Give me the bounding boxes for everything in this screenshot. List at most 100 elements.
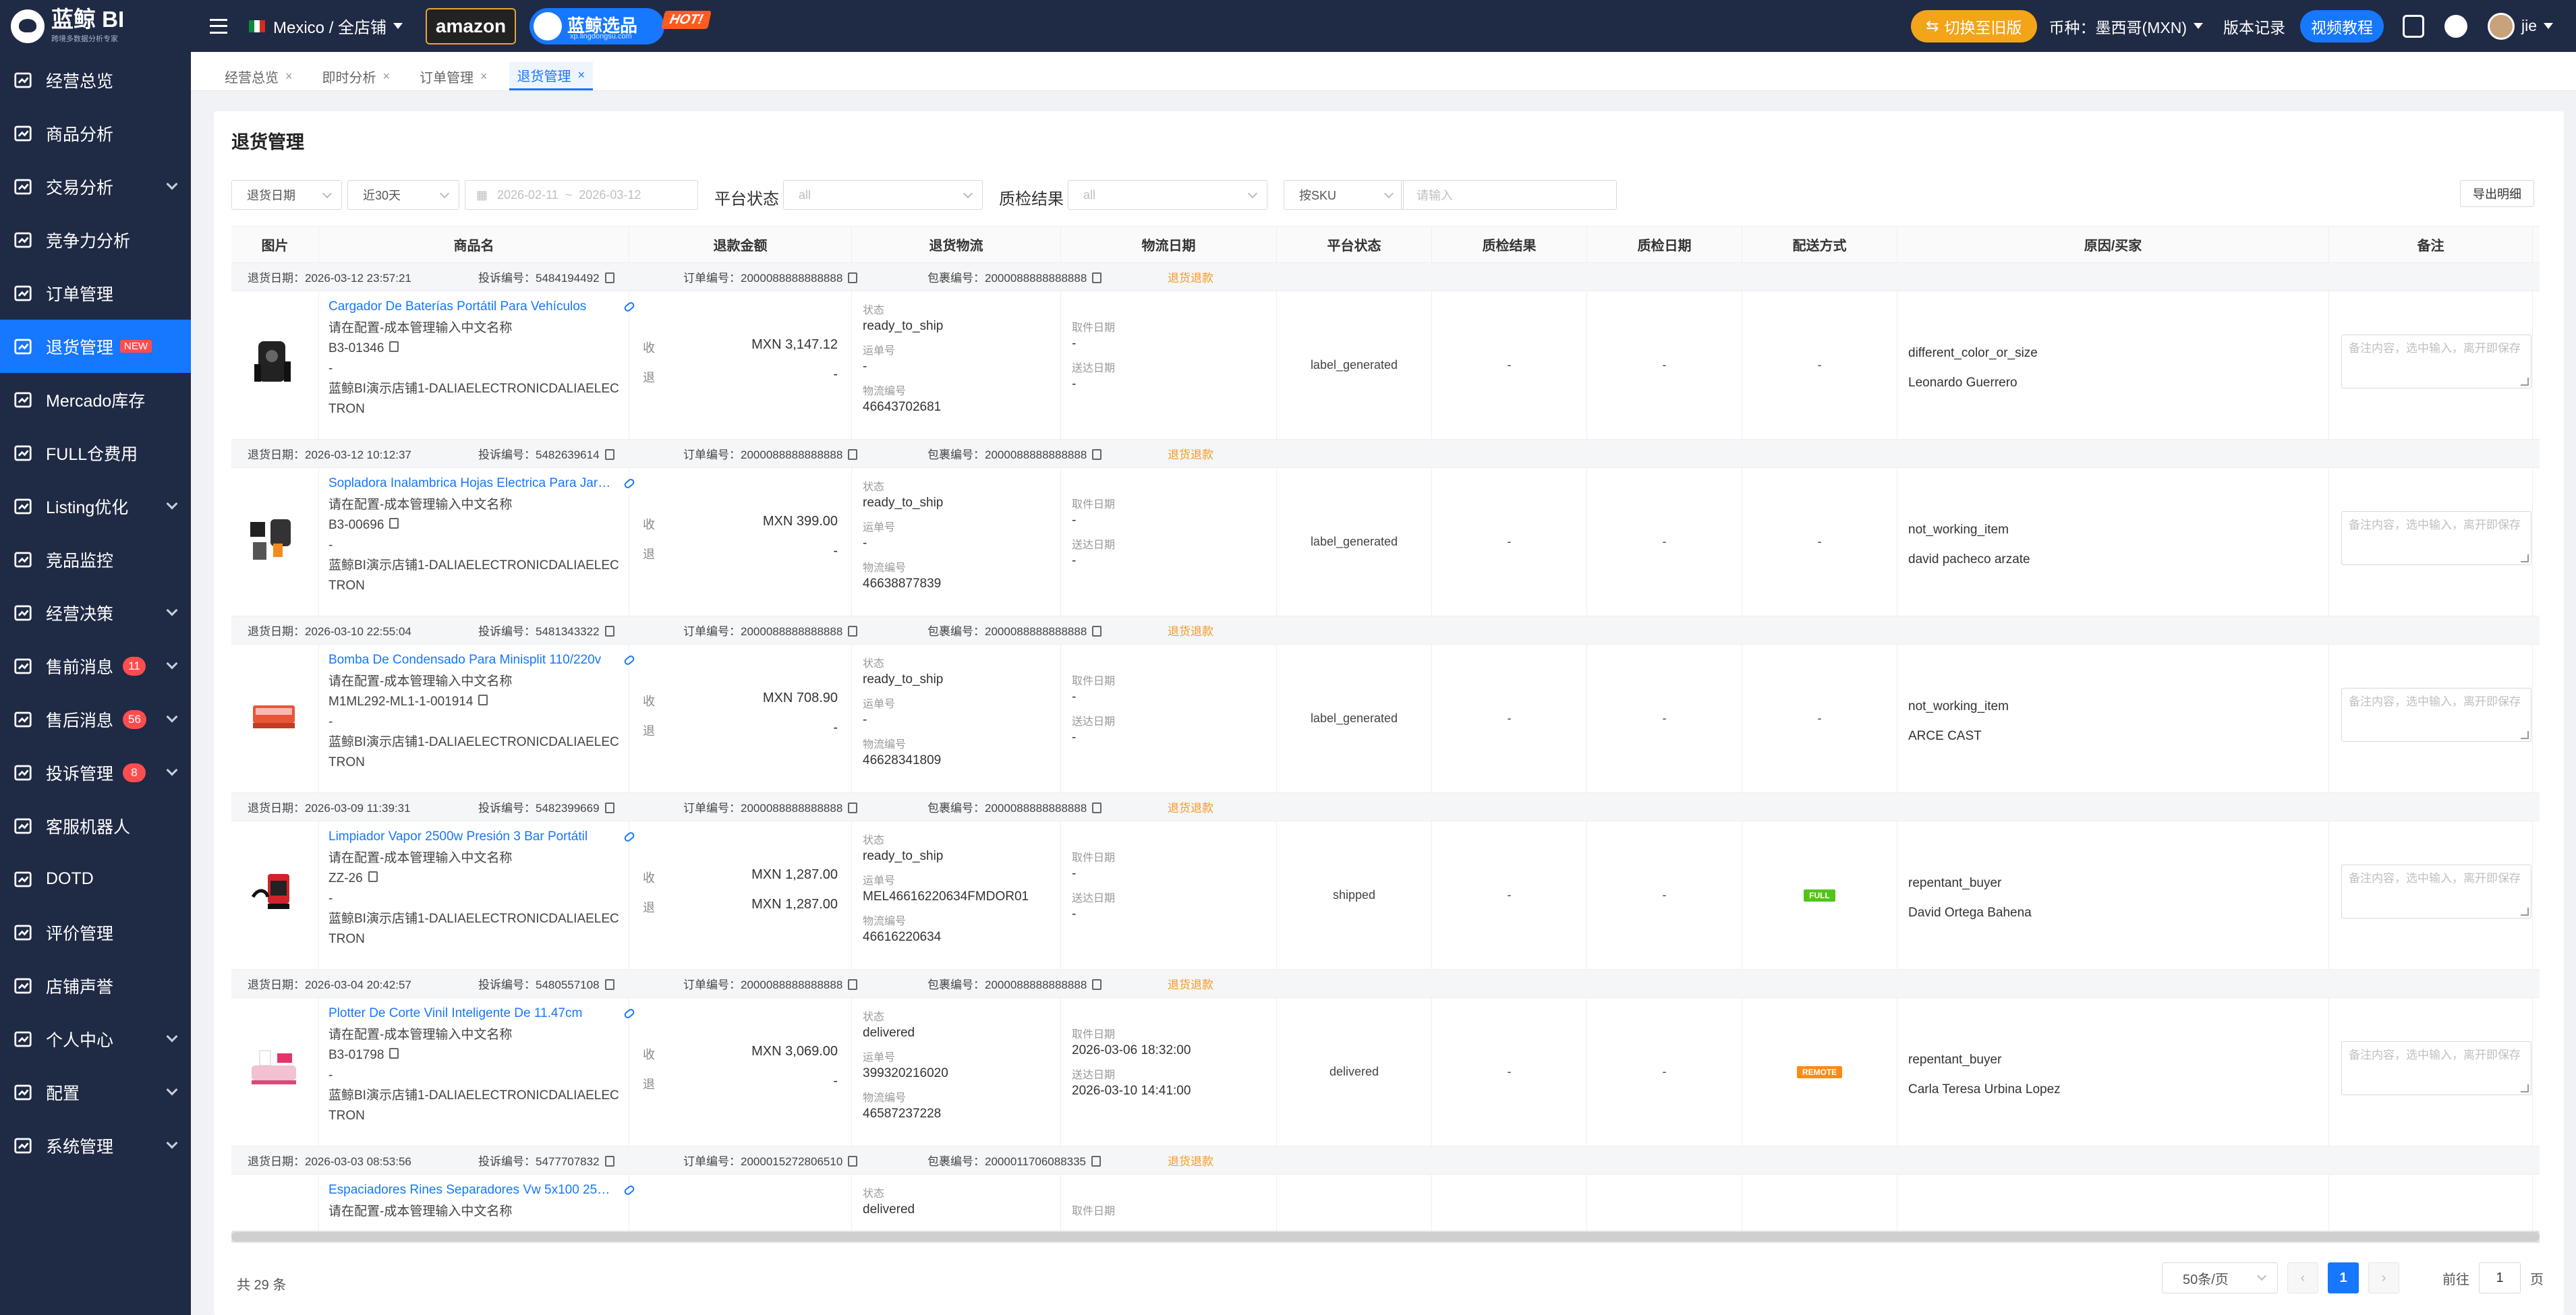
sidebar-item[interactable]: 售前消息 11 xyxy=(0,639,191,693)
sidebar-item[interactable]: Listing优化 xyxy=(0,479,191,533)
product-name-link[interactable]: Espaciadores Rines Separadores Vw 5x100 … xyxy=(328,1183,612,1198)
date-range-picker[interactable]: ▦ 2026-02-11 ~2026-03-12 xyxy=(465,180,698,210)
close-icon[interactable]: × xyxy=(383,69,391,84)
copy-icon[interactable] xyxy=(848,979,858,990)
sidebar-item[interactable]: 商品分析 xyxy=(0,107,191,160)
product-name-link[interactable]: Bomba De Condensado Para Minisplit 110/2… xyxy=(328,653,612,668)
sidebar-item[interactable]: 评价管理 xyxy=(0,906,191,959)
qc-result-select[interactable]: all xyxy=(1068,180,1267,210)
copy-icon[interactable] xyxy=(1092,626,1102,637)
sidebar-item[interactable]: 售后消息 56 xyxy=(0,693,191,746)
copy-icon[interactable] xyxy=(604,449,614,460)
product-name-link[interactable]: Sopladora Inalambrica Hojas Electrica Pa… xyxy=(328,476,612,491)
field-label: 投诉编号： xyxy=(478,978,536,991)
product-image[interactable] xyxy=(244,1215,304,1231)
switch-old-version-button[interactable]: ⇆ 切换至旧版 xyxy=(1911,9,2037,42)
sidebar-item[interactable]: 投诉管理 8 xyxy=(0,746,191,799)
copy-icon[interactable] xyxy=(1092,802,1102,813)
date-range-select[interactable]: 近30天 xyxy=(347,180,459,210)
sidebar-item[interactable]: 订单管理 xyxy=(0,266,191,320)
sidebar-item[interactable]: 店铺声誉 xyxy=(0,959,191,1012)
product-name-link[interactable]: Plotter De Corte Vinil Inteligente De 11… xyxy=(328,1006,612,1021)
sidebar-item[interactable]: 竞争力分析 xyxy=(0,213,191,266)
tab-0[interactable]: 经营总览 × xyxy=(217,62,301,90)
copy-icon[interactable] xyxy=(604,802,614,813)
copy-icon[interactable] xyxy=(848,802,858,813)
version-history-link[interactable]: 版本记录 xyxy=(2223,15,2285,38)
page-size-select[interactable]: 50条/页 xyxy=(2162,1262,2278,1293)
mobile-icon[interactable] xyxy=(2402,14,2424,38)
amazon-button[interactable]: amazon xyxy=(426,7,517,45)
sidebar-item[interactable]: 个人中心 xyxy=(0,1012,191,1065)
copy-icon[interactable] xyxy=(604,626,614,637)
sidebar-item[interactable]: 经营决策 xyxy=(0,586,191,639)
currency-selector[interactable]: 币种：墨西哥(MXN) xyxy=(2049,15,2203,38)
sidebar-item[interactable]: 竞品监控 xyxy=(0,533,191,586)
sidebar-item[interactable]: 客服机器人 xyxy=(0,799,191,852)
close-icon[interactable]: × xyxy=(578,68,585,82)
tab-2[interactable]: 订单管理 × xyxy=(411,62,496,90)
scrollbar-thumb[interactable] xyxy=(231,1232,2540,1241)
product-image[interactable] xyxy=(244,332,304,392)
product-name-link[interactable]: Cargador De Baterías Portátil Para Vehíc… xyxy=(328,299,612,314)
product-image[interactable] xyxy=(244,862,304,923)
close-icon[interactable]: × xyxy=(285,69,293,84)
sku-type-select[interactable]: 按SKU xyxy=(1284,180,1404,210)
close-icon[interactable]: × xyxy=(480,69,488,84)
tab-1[interactable]: 即时分析 × xyxy=(314,62,399,90)
next-page-button[interactable]: › xyxy=(2368,1262,2399,1293)
copy-icon[interactable] xyxy=(1092,449,1102,460)
copy-icon[interactable] xyxy=(1092,272,1102,283)
copy-icon[interactable] xyxy=(1091,1156,1101,1167)
copy-icon[interactable] xyxy=(848,1156,858,1167)
copy-icon[interactable] xyxy=(389,341,399,352)
date-type-select[interactable]: 退货日期 xyxy=(231,180,342,210)
goto-page-input[interactable]: 1 xyxy=(2479,1262,2521,1293)
copy-icon[interactable] xyxy=(604,272,614,283)
xp-banner[interactable]: 蓝鲸选品 xp.lingdongsu.com HOT! xyxy=(529,7,718,46)
note-textarea[interactable]: 备注内容，选中输入，离开即保存 xyxy=(2341,688,2531,742)
copy-icon[interactable] xyxy=(848,449,858,460)
note-textarea[interactable]: 备注内容，选中输入，离开即保存 xyxy=(2341,334,2531,388)
copy-icon[interactable] xyxy=(1092,979,1102,990)
sidebar-item[interactable]: DOTD xyxy=(0,852,191,906)
copy-icon[interactable] xyxy=(478,695,488,705)
copy-icon[interactable] xyxy=(848,272,858,283)
page-number-current[interactable]: 1 xyxy=(2328,1262,2359,1293)
product-name-link[interactable]: Limpiador Vapor 2500w Presión 3 Bar Port… xyxy=(328,829,612,844)
copy-icon[interactable] xyxy=(389,518,399,529)
copy-icon[interactable] xyxy=(604,979,614,990)
copy-icon[interactable] xyxy=(604,1156,614,1167)
sidebar-item[interactable]: 经营总览 xyxy=(0,53,191,107)
logo[interactable]: 蓝鲸 BI 跨境多数据分析专家 xyxy=(0,0,191,52)
menu-toggle-icon[interactable] xyxy=(210,18,227,34)
sidebar-item[interactable]: 系统管理 xyxy=(0,1119,191,1172)
prev-page-button[interactable]: ‹ xyxy=(2287,1262,2318,1293)
store-selector[interactable]: Mexico / 全店铺 xyxy=(273,14,403,38)
tab-3[interactable]: 退货管理 × xyxy=(509,62,594,90)
note-textarea[interactable]: 备注内容，选中输入，离开即保存 xyxy=(2341,865,2531,918)
column-header: 原因/买家 xyxy=(1897,227,2329,262)
complaint-no: 投诉编号：5482639614 xyxy=(478,445,614,462)
product-image[interactable] xyxy=(244,1039,304,1099)
export-button[interactable]: 导出明细 xyxy=(2460,180,2534,207)
horizontal-scrollbar[interactable] xyxy=(231,1231,2540,1243)
note-textarea[interactable]: 备注内容，选中输入，离开即保存 xyxy=(2341,511,2531,565)
product-image[interactable] xyxy=(244,685,304,746)
notification-icon[interactable] xyxy=(2444,14,2467,38)
sidebar-item[interactable]: 配置 xyxy=(0,1065,191,1119)
platform-status-select[interactable]: all xyxy=(783,180,983,210)
product-image[interactable] xyxy=(244,508,304,569)
avatar[interactable] xyxy=(2487,12,2515,40)
sidebar-item[interactable]: FULL仓费用 xyxy=(0,426,191,479)
sidebar-item[interactable]: 交易分析 xyxy=(0,160,191,213)
user-menu[interactable]: jie xyxy=(2521,17,2553,35)
sidebar-item[interactable]: Mercado库存 xyxy=(0,373,191,426)
copy-icon[interactable] xyxy=(389,1048,399,1059)
video-tutorial-button[interactable]: 视频教程 xyxy=(2299,9,2384,42)
note-textarea[interactable]: 备注内容，选中输入，离开即保存 xyxy=(2341,1041,2531,1095)
search-input[interactable]: 请输入 xyxy=(1401,180,1617,210)
copy-icon[interactable] xyxy=(848,626,858,637)
copy-icon[interactable] xyxy=(368,871,378,882)
sidebar-item[interactable]: 退货管理 NEW xyxy=(0,320,191,373)
